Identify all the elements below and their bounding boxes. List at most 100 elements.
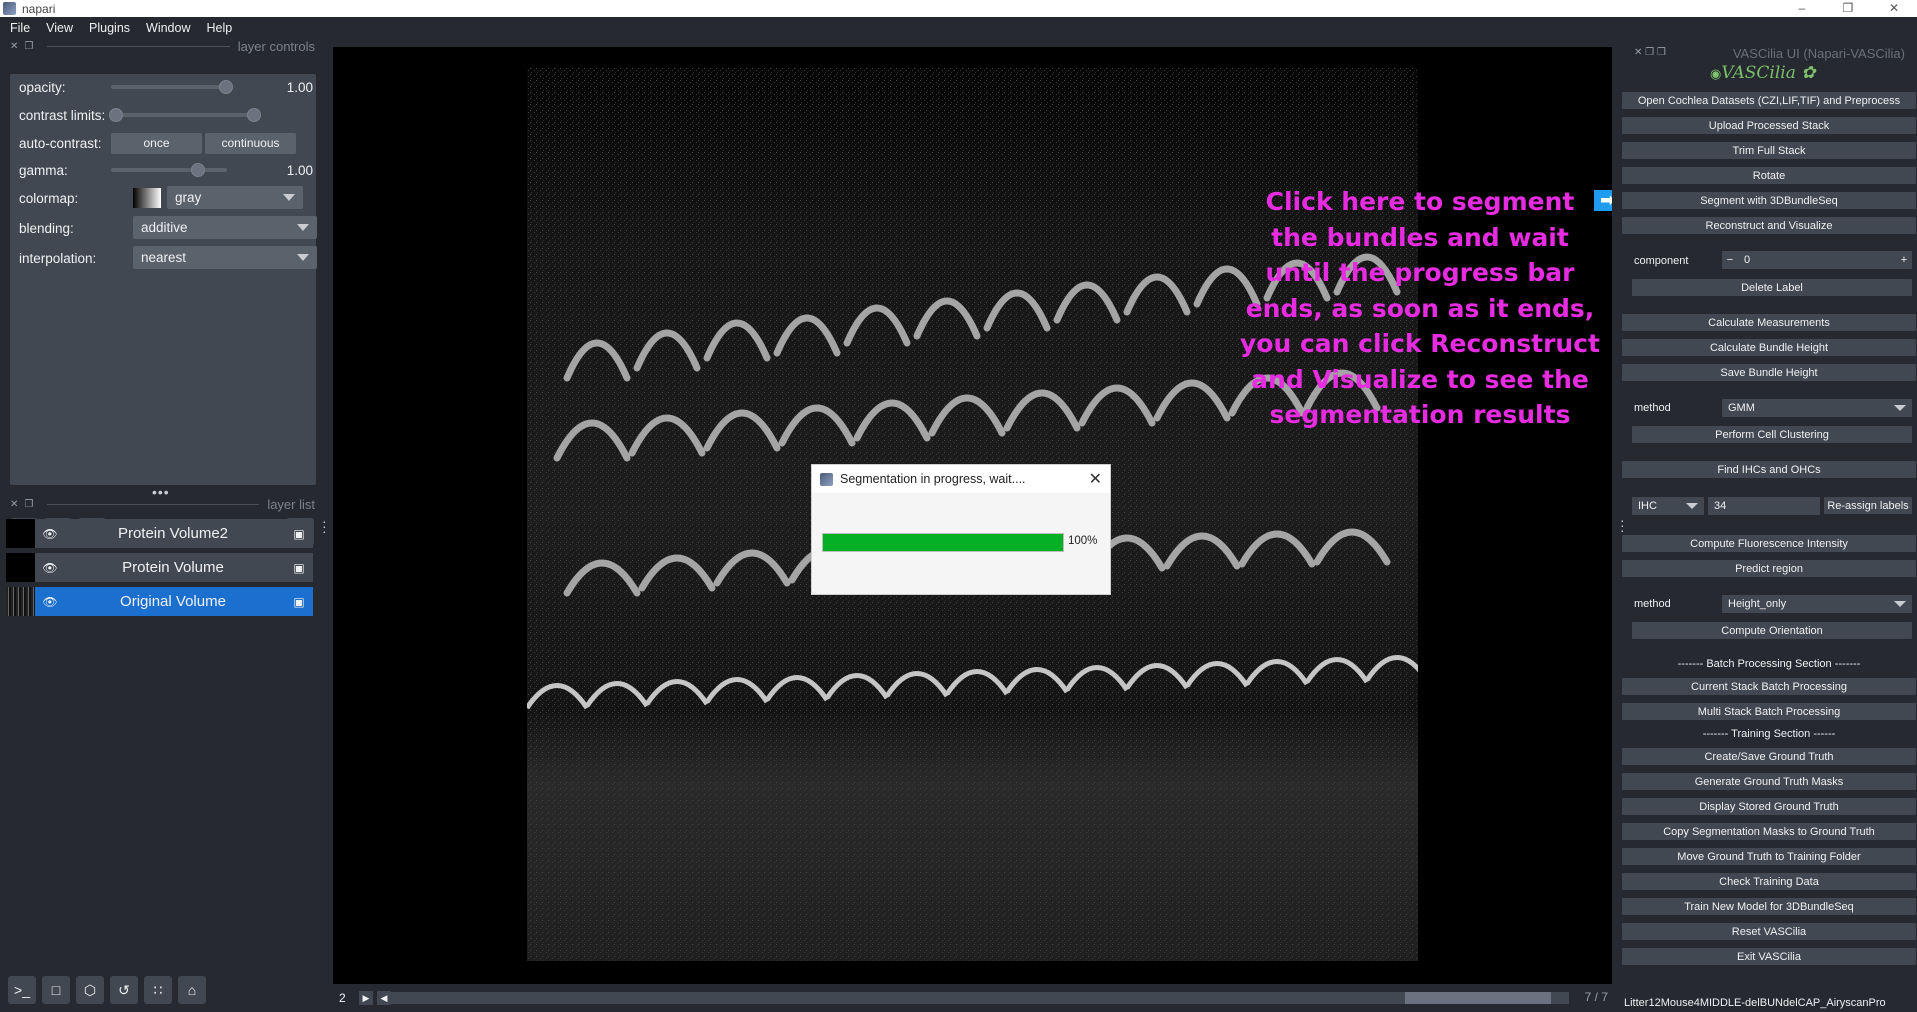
predict-region-button[interactable]: Predict region (1622, 560, 1916, 577)
check-training-button[interactable]: Check Training Data (1622, 873, 1916, 890)
console-icon[interactable]: >_ (8, 976, 36, 1004)
cell-type-select[interactable]: IHC (1632, 497, 1704, 515)
open-datasets-button[interactable]: Open Cochlea Datasets (CZI,LIF,TIF) and … (1622, 92, 1916, 109)
component-label: component (1634, 255, 1689, 267)
segment-button[interactable]: Segment with 3DBundleSeq (1622, 192, 1916, 209)
gamma-slider[interactable] (111, 168, 227, 172)
save-height-button[interactable]: Save Bundle Height (1622, 364, 1916, 381)
contrast-min-handle[interactable] (109, 108, 123, 122)
menu-plugins[interactable]: Plugins (89, 21, 130, 35)
reset-button[interactable]: Reset VASCilia (1622, 923, 1916, 940)
plugin-title: VASCilia UI (Napari-VASCilia) (1732, 46, 1905, 61)
eye-icon[interactable]: 👁 (39, 561, 61, 575)
dims-slider[interactable] (391, 992, 1569, 1004)
title-bar: napari – ❒ ✕ (0, 0, 1917, 17)
fluorescence-button[interactable]: Compute Fluorescence Intensity (1622, 535, 1916, 552)
splitter-handle[interactable]: · · · (322, 514, 328, 538)
delete-label-button[interactable]: Delete Label (1632, 279, 1912, 296)
left-dock: ✕ ❐ layer controls opacity: 1.00 contras… (0, 38, 332, 1012)
dims-slider-bar: 2 ▶ ◀ 7 / 7 (333, 988, 1612, 1008)
calculate-height-button[interactable]: Calculate Bundle Height (1622, 339, 1916, 356)
gamma-value: 1.00 (286, 162, 313, 178)
image-layer-icon: ▣ (293, 560, 305, 575)
opacity-slider-handle[interactable] (219, 80, 233, 94)
dock-float-icon[interactable]: ❐ (24, 41, 33, 52)
component-spinbox[interactable]: − 0 + (1722, 251, 1912, 269)
gamma-slider-handle[interactable] (191, 163, 205, 177)
display-ground-truth-button[interactable]: Display Stored Ground Truth (1622, 798, 1916, 815)
layer-row[interactable]: 👁 Protein Volume ▣ (6, 553, 313, 582)
minus-icon[interactable]: − (1722, 254, 1738, 266)
grid-view-icon[interactable]: ∷ (144, 976, 172, 1004)
eye-icon[interactable]: 👁 (39, 527, 61, 541)
chevron-down-icon (297, 224, 309, 231)
play-icon[interactable]: ▶ (359, 991, 373, 1005)
find-ihc-ohc-button[interactable]: Find IHCs and OHCs (1622, 461, 1916, 478)
auto-contrast-continuous-button[interactable]: continuous (205, 132, 296, 154)
dims-slider-handle[interactable] (1405, 992, 1551, 1004)
reassign-labels-button[interactable]: Re-assign labels (1824, 497, 1912, 514)
rotate-button[interactable]: Rotate (1622, 167, 1916, 184)
chevron-down-icon (1894, 601, 1906, 607)
menu-file[interactable]: File (10, 21, 30, 35)
dims-frame-count: 7 / 7 (1584, 990, 1608, 1004)
generate-masks-button[interactable]: Generate Ground Truth Masks (1622, 773, 1916, 790)
instruction-annotation: Click here to segment the bundles and wa… (1240, 187, 1600, 429)
close-window-button[interactable]: ✕ (1871, 0, 1917, 17)
ndisplay-2d-icon[interactable]: □ (42, 976, 70, 1004)
clustering-method-value: GMM (1728, 402, 1755, 414)
maximize-button[interactable]: ❒ (1825, 0, 1871, 17)
minimize-button[interactable]: – (1779, 0, 1825, 17)
close-icon[interactable]: ✕ (1089, 469, 1102, 489)
contrast-max-handle[interactable] (247, 108, 261, 122)
chevron-down-icon (283, 194, 295, 201)
interpolation-select[interactable]: nearest (133, 246, 317, 269)
dock-controls-icon[interactable]: ✕ ❐ ❐ (1634, 47, 1666, 58)
exit-button[interactable]: Exit VASCilia (1622, 948, 1916, 965)
dock-float-icon[interactable]: ❐ (24, 499, 33, 510)
dialog-title: Segmentation in progress, wait.... (840, 472, 1026, 486)
opacity-slider[interactable] (111, 85, 227, 89)
cell-clustering-button[interactable]: Perform Cell Clustering (1632, 426, 1912, 443)
blending-select[interactable]: additive (133, 216, 317, 239)
menu-view[interactable]: View (46, 21, 73, 35)
colormap-select[interactable]: gray (167, 186, 303, 209)
cell-id-input[interactable]: 34 (1708, 497, 1820, 515)
create-ground-truth-button[interactable]: Create/Save Ground Truth (1622, 748, 1916, 765)
clustering-method-select[interactable]: GMM (1722, 399, 1912, 417)
layer-controls-panel: opacity: 1.00 contrast limits: auto-cont… (10, 74, 317, 485)
gamma-label: gamma: (19, 162, 68, 178)
menu-window[interactable]: Window (146, 21, 190, 35)
multi-batch-button[interactable]: Multi Stack Batch Processing (1622, 703, 1916, 720)
menu-help[interactable]: Help (207, 21, 233, 35)
copy-masks-button[interactable]: Copy Segmentation Masks to Ground Truth (1622, 823, 1916, 840)
auto-contrast-once-button[interactable]: once (111, 132, 202, 154)
contrast-limits-slider[interactable] (111, 113, 253, 117)
roll-dims-icon[interactable]: ↺ (110, 976, 138, 1004)
dock-close-icon[interactable]: ✕ (10, 41, 18, 52)
orientation-method-select[interactable]: Height_only (1722, 595, 1912, 613)
home-icon[interactable]: ⌂ (178, 976, 206, 1004)
trim-stack-button[interactable]: Trim Full Stack (1622, 142, 1916, 159)
current-batch-button[interactable]: Current Stack Batch Processing (1622, 678, 1916, 695)
layer-controls-title: layer controls (237, 38, 315, 54)
chevron-down-icon (297, 254, 309, 261)
opacity-label: opacity: (19, 79, 66, 95)
step-back-icon[interactable]: ◀ (377, 991, 391, 1005)
leaf-icon: ✿ (1801, 63, 1816, 83)
move-ground-truth-button[interactable]: Move Ground Truth to Training Folder (1622, 848, 1916, 865)
splitter-handle[interactable]: · · · (1620, 513, 1626, 537)
train-model-button[interactable]: Train New Model for 3DBundleSeq (1622, 898, 1916, 915)
ndisplay-3d-icon[interactable]: ⬡ (76, 976, 104, 1004)
layer-row[interactable]: 👁 Protein Volume2 ▣ (6, 519, 313, 548)
reconstruct-button[interactable]: Reconstruct and Visualize (1622, 217, 1916, 234)
dock-close-icon[interactable]: ✕ (10, 499, 18, 510)
blending-row: blending: additive (19, 216, 317, 240)
calculate-measurements-button[interactable]: Calculate Measurements (1622, 314, 1916, 331)
eye-icon[interactable]: 👁 (39, 595, 61, 609)
layer-thumbnail (6, 553, 35, 582)
upload-stack-button[interactable]: Upload Processed Stack (1622, 117, 1916, 134)
layer-row-selected[interactable]: 👁 Original Volume ▣ (6, 587, 313, 616)
plus-icon[interactable]: + (1896, 254, 1912, 266)
compute-orientation-button[interactable]: Compute Orientation (1632, 622, 1912, 639)
